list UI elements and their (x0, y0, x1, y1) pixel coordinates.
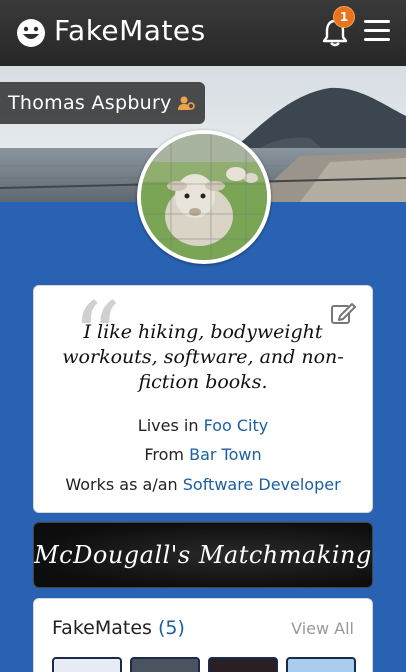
mate-thumbnail[interactable] (208, 657, 278, 672)
bio-text: I like hiking, bodyweight workouts, soft… (62, 321, 344, 393)
smiley-icon[interactable] (15, 17, 47, 49)
matchmaking-button[interactable]: McDougall's Matchmaking (33, 522, 373, 588)
profile-avatar[interactable] (137, 130, 271, 264)
notification-badge[interactable]: 1 (333, 6, 355, 28)
lives-in-label: Lives in (137, 416, 199, 435)
top-navigation-bar: FakeMates 1 (0, 0, 406, 66)
profile-name-tag: Thomas Aspbury (0, 82, 205, 124)
brand-name[interactable]: FakeMates (54, 14, 206, 47)
from-link[interactable]: Bar Town (189, 445, 262, 464)
profile-name: Thomas Aspbury (8, 92, 172, 114)
mate-thumbnail[interactable] (52, 657, 122, 672)
mates-title-label: FakeMates (52, 617, 152, 639)
lives-in-line: Lives in Foo City (34, 416, 372, 435)
hamburger-menu-icon[interactable] (364, 20, 390, 44)
mates-title: FakeMates (5) (52, 617, 185, 639)
mates-card: FakeMates (5) View All (33, 598, 373, 672)
mate-thumbnail[interactable] (286, 657, 356, 672)
works-as-link[interactable]: Software Developer (183, 475, 341, 494)
user-settings-icon[interactable] (177, 96, 195, 111)
mate-thumbnail[interactable] (130, 657, 200, 672)
from-label: From (144, 445, 185, 464)
view-all-link[interactable]: View All (291, 619, 354, 638)
from-line: From Bar Town (34, 445, 372, 464)
works-as-label: Works as a/an (65, 475, 178, 494)
mates-count: (5) (157, 617, 185, 639)
works-as-line: Works as a/an Software Developer (34, 475, 372, 494)
lives-in-link[interactable]: Foo City (204, 416, 269, 435)
bio-card: “ I like hiking, bodyweight workouts, so… (33, 285, 373, 513)
